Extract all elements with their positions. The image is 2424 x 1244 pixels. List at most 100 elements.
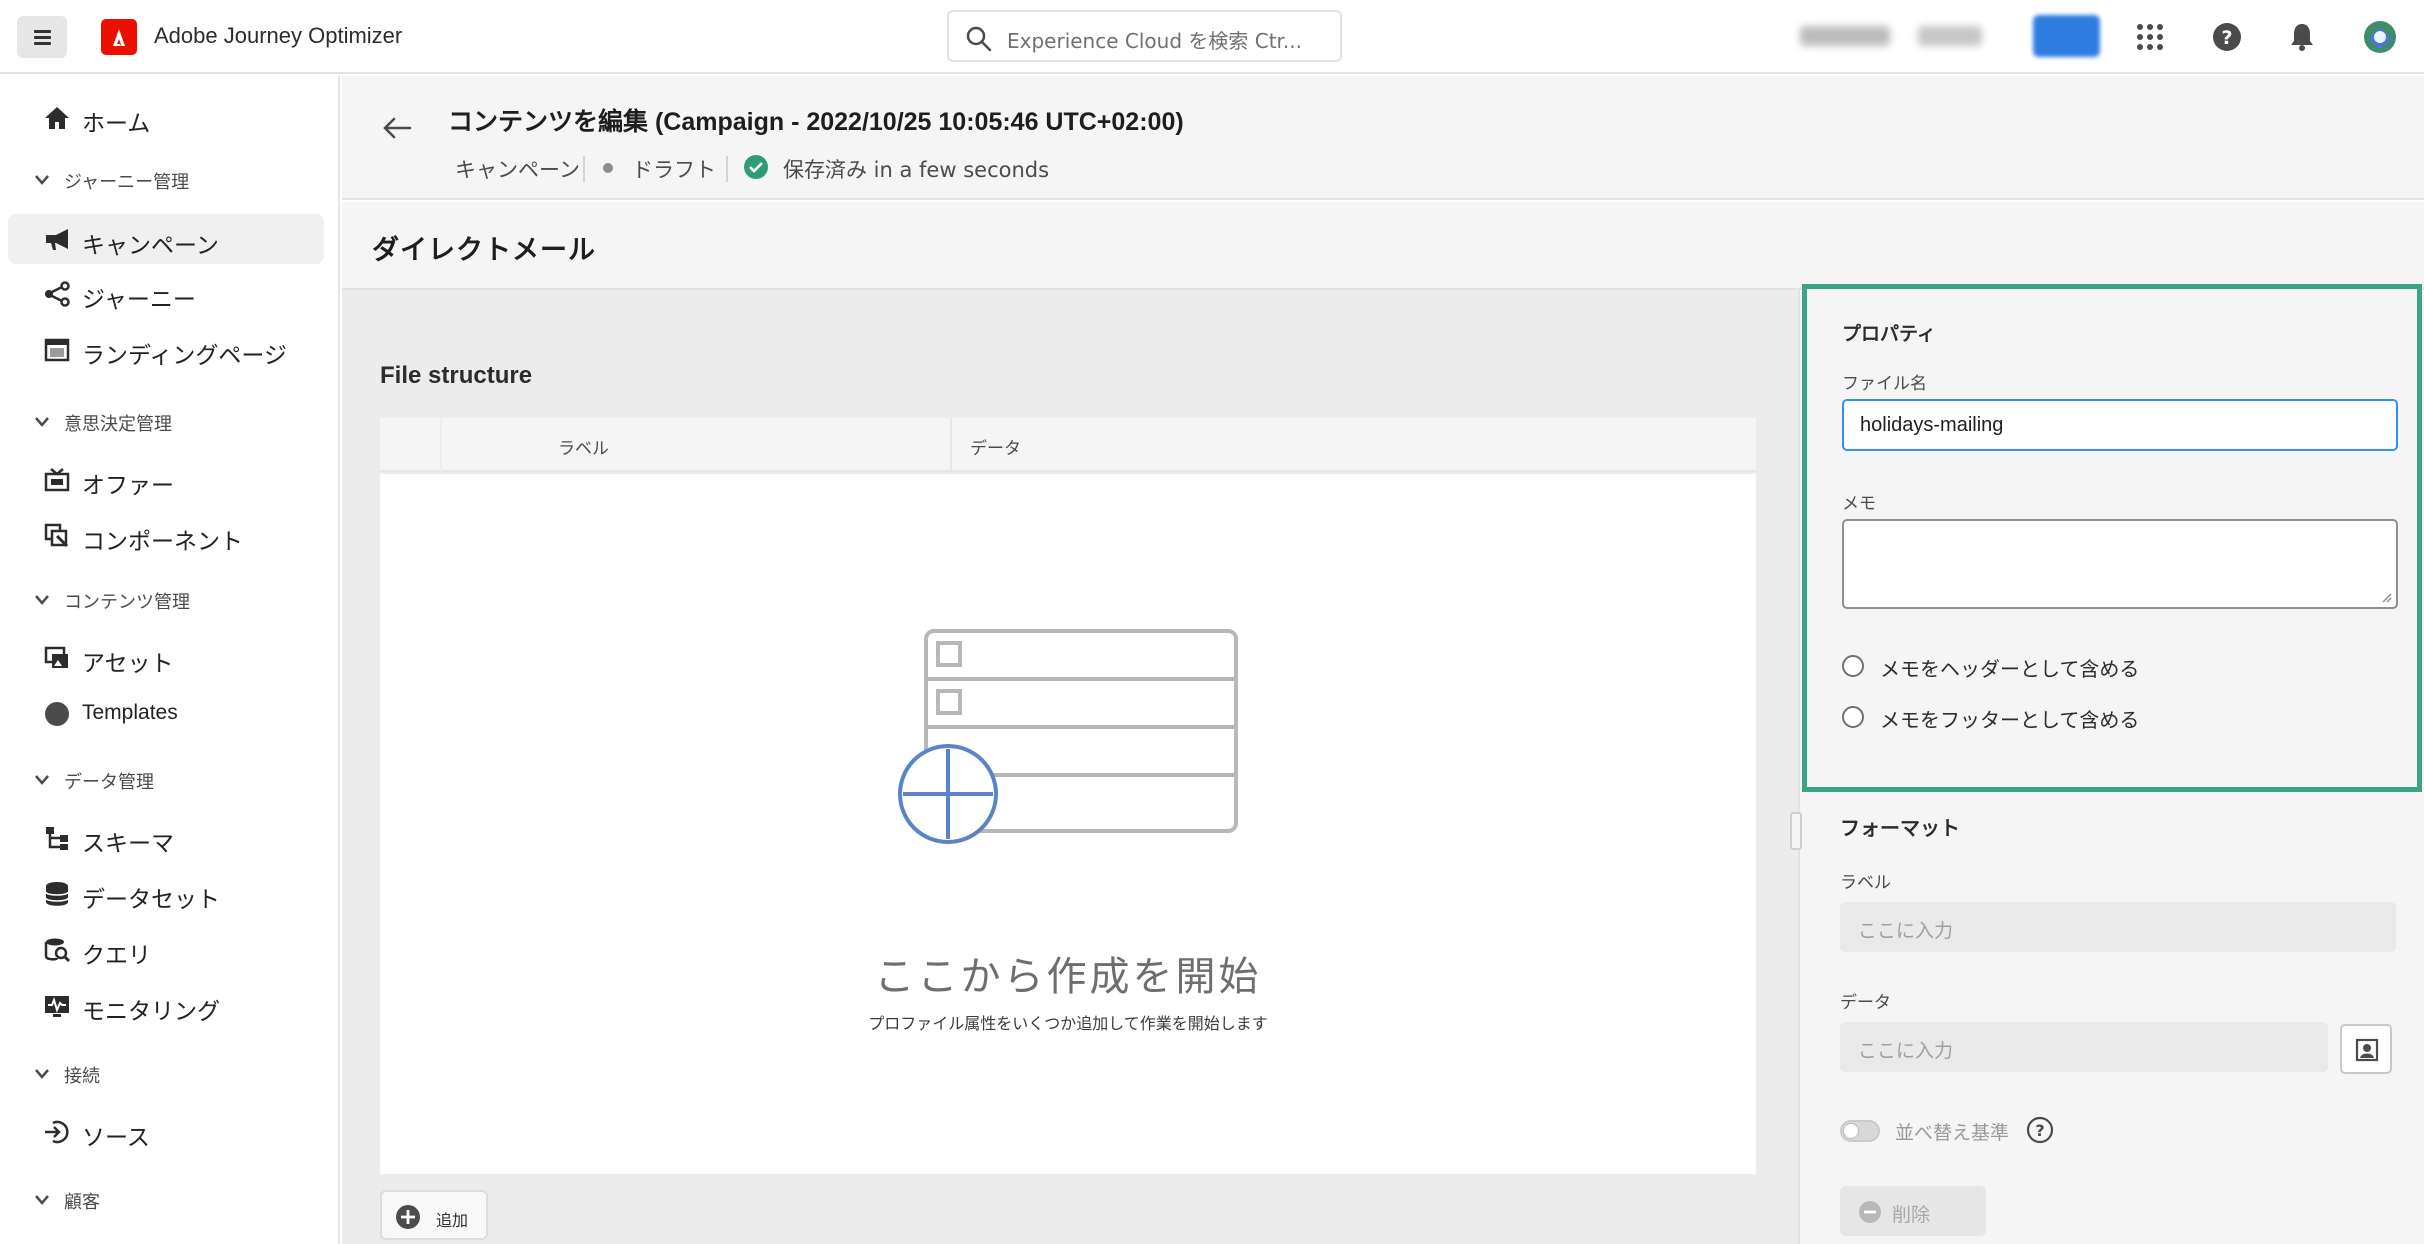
sidebar-item-label: ランディングページ <box>82 343 287 369</box>
table-select-column <box>380 418 442 472</box>
app-title[interactable]: Adobe Journey Optimizer <box>154 23 402 49</box>
chevron-down-icon <box>35 595 49 605</box>
properties-panel: プロパティ ファイル名 holidays-mailing メモ メモをヘッダーと… <box>1790 284 2424 1244</box>
schema-icon <box>46 827 68 850</box>
empty-state-illustration-icon <box>898 629 1238 844</box>
sidebar-item-assets[interactable]: アセット <box>8 632 324 682</box>
attribute-picker-button[interactable] <box>2340 1024 2392 1074</box>
chevron-down-icon <box>35 417 49 427</box>
menu-icon[interactable] <box>17 16 67 58</box>
help-icon[interactable]: ? <box>2209 19 2245 55</box>
file-structure-area: File structure ラベル データ ここから作成を開始 プロファイル属… <box>342 290 1798 1244</box>
search-icon <box>966 26 992 52</box>
sidebar-item-components[interactable]: コンポーネント <box>8 510 324 560</box>
format-data-field[interactable]: ここに入力 <box>1840 1022 2328 1072</box>
sidebar-item-templates[interactable]: Templates <box>8 688 324 738</box>
add-circle-icon <box>396 1205 420 1229</box>
sidebar-item-sources[interactable]: ソース <box>8 1106 324 1156</box>
sidebar-group-label: データ管理 <box>64 772 154 793</box>
draft-status-dot-icon <box>603 163 613 173</box>
table-header: ラベル データ <box>380 418 1756 472</box>
breadcrumb-campaign[interactable]: キャンペーン <box>455 154 580 184</box>
memo-textarea[interactable] <box>1842 519 2398 609</box>
column-header-data[interactable]: データ <box>970 434 1021 459</box>
sidebar: ホーム ジャーニー管理 キャンペーン ジャーニー ランディングページ 意思決定管… <box>0 76 340 1244</box>
journey-icon <box>45 281 70 307</box>
format-data-placeholder: ここに入力 <box>1858 1040 1954 1062</box>
adobe-logo-icon <box>101 19 137 55</box>
sidebar-item-offers[interactable]: オファー <box>8 454 324 504</box>
home-icon <box>45 107 69 129</box>
avatar[interactable] <box>2362 19 2398 55</box>
sidebar-group-label: 接続 <box>64 1066 100 1087</box>
remove-circle-icon <box>1859 1201 1881 1223</box>
query-icon <box>44 938 71 963</box>
resize-grip-icon <box>2382 593 2392 603</box>
format-label-field[interactable]: ここに入力 <box>1840 902 2396 952</box>
filename-field[interactable]: holidays-mailing <box>1842 399 2398 451</box>
column-header-label[interactable]: ラベル <box>558 434 609 459</box>
delete-button[interactable]: 削除 <box>1840 1186 1986 1236</box>
memo-footer-option-label[interactable]: メモをフッターとして含める <box>1880 704 2139 733</box>
sidebar-item-journeys[interactable]: ジャーニー <box>8 268 324 318</box>
environment-badge[interactable] <box>2033 15 2100 57</box>
svg-text:?: ? <box>2221 27 2232 49</box>
sidebar-item-label: クエリ <box>82 943 151 969</box>
sort-toggle[interactable] <box>1840 1120 1880 1142</box>
sources-icon <box>45 1120 69 1144</box>
offer-icon <box>44 468 70 492</box>
sidebar-group-label: ジャーニー管理 <box>64 172 190 193</box>
megaphone-icon <box>46 229 68 250</box>
monitoring-icon <box>45 996 69 1017</box>
sidebar-item-schemas[interactable]: スキーマ <box>8 812 324 862</box>
empty-state-subtitle: プロファイル属性をいくつか追加して作業を開始します <box>868 1014 1268 1033</box>
memo-label: メモ <box>1842 494 1876 514</box>
templates-icon <box>45 702 69 726</box>
sidebar-item-label: ジャーニー <box>82 287 196 313</box>
saved-status-text: 保存済み in a few seconds <box>783 158 1050 182</box>
section-bar: ダイレクトメール <box>342 202 2424 290</box>
add-button-label: 追加 <box>436 1211 469 1230</box>
empty-state-title: ここから作成を開始 <box>874 954 1262 1000</box>
sidebar-item-landing-pages[interactable]: ランディングページ <box>8 324 324 374</box>
help-circle-icon[interactable]: ? <box>2026 1116 2054 1144</box>
back-arrow-icon[interactable] <box>382 116 412 140</box>
notifications-bell-icon[interactable] <box>2284 19 2320 55</box>
components-icon <box>44 523 69 548</box>
memo-footer-radio[interactable] <box>1842 706 1864 728</box>
add-button[interactable]: 追加 <box>380 1190 488 1240</box>
sidebar-item-label: コンポーネント <box>82 529 243 555</box>
chevron-down-icon <box>35 1069 49 1079</box>
sidebar-item-campaigns[interactable]: キャンペーン <box>8 214 324 264</box>
sidebar-item-label: キャンペーン <box>82 233 219 259</box>
org-switcher[interactable] <box>1800 26 1890 46</box>
sidebar-item-label: モニタリング <box>82 999 220 1025</box>
filename-value: holidays-mailing <box>1860 414 2004 436</box>
search-input[interactable]: Experience Cloud を検索 Ctr... <box>947 10 1342 62</box>
chevron-down-icon <box>35 175 49 185</box>
search-placeholder: Experience Cloud を検索 Ctr... <box>1007 29 1302 53</box>
sidebar-item-datasets[interactable]: データセット <box>8 868 324 918</box>
sort-toggle-label: 並べ替え基準 <box>1895 1122 2010 1144</box>
profile-attribute-icon <box>2355 1038 2379 1062</box>
database-icon <box>45 882 69 906</box>
apps-grid-icon[interactable] <box>2132 19 2168 55</box>
sandbox-switcher[interactable] <box>1918 26 1982 46</box>
sidebar-item-label: スキーマ <box>82 831 174 857</box>
properties-section: プロパティ ファイル名 holidays-mailing メモ メモをヘッダーと… <box>1802 284 2422 792</box>
filename-label: ファイル名 <box>1842 374 1927 394</box>
sidebar-item-queries[interactable]: クエリ <box>8 924 324 974</box>
panel-resize-handle[interactable] <box>1790 812 1802 850</box>
table-body: ここから作成を開始 プロファイル属性をいくつか追加して作業を開始します <box>380 474 1756 1174</box>
chevron-down-icon <box>35 775 49 785</box>
memo-header-radio[interactable] <box>1842 655 1864 677</box>
saved-check-icon <box>744 155 768 179</box>
sidebar-item-home[interactable]: ホーム <box>8 92 324 142</box>
section-title: ダイレクトメール <box>372 235 596 266</box>
format-label-label: ラベル <box>1840 873 1891 893</box>
sidebar-group-label: 意思決定管理 <box>64 414 172 435</box>
delete-button-label: 削除 <box>1892 1204 1931 1226</box>
top-bar: Adobe Journey Optimizer Experience Cloud… <box>0 0 2424 74</box>
sidebar-item-monitoring[interactable]: モニタリング <box>8 980 324 1030</box>
memo-header-option-label[interactable]: メモをヘッダーとして含める <box>1880 653 2139 682</box>
